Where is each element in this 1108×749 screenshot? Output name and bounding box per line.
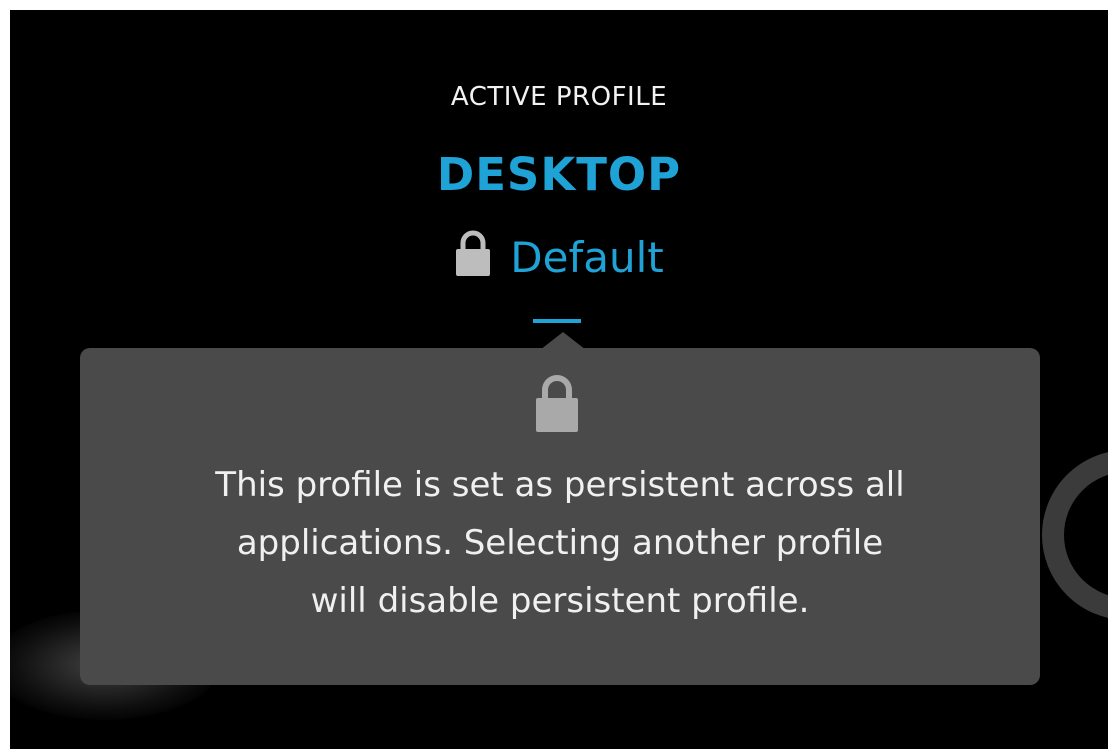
tooltip-message: This profile is set as persistent across… xyxy=(80,456,1040,630)
background-ring xyxy=(1042,450,1108,620)
profile-name[interactable]: DESKTOP xyxy=(10,148,1108,201)
tooltip-line: applications. Selecting another profile xyxy=(236,523,884,563)
app-screen: ACTIVE PROFILE DESKTOP Default This prof… xyxy=(10,10,1108,749)
lock-icon xyxy=(454,230,492,286)
active-profile-label: ACTIVE PROFILE xyxy=(450,82,668,112)
dropdown-indicator[interactable] xyxy=(533,319,581,323)
lock-icon xyxy=(534,374,580,436)
tooltip-line: will disable persistent profile. xyxy=(310,581,810,621)
sub-profile-selector[interactable]: Default xyxy=(10,230,1108,286)
persistent-profile-tooltip: This profile is set as persistent across… xyxy=(80,348,1040,685)
tooltip-line: This profile is set as persistent across… xyxy=(215,465,905,505)
sub-profile-name: Default xyxy=(510,233,664,282)
